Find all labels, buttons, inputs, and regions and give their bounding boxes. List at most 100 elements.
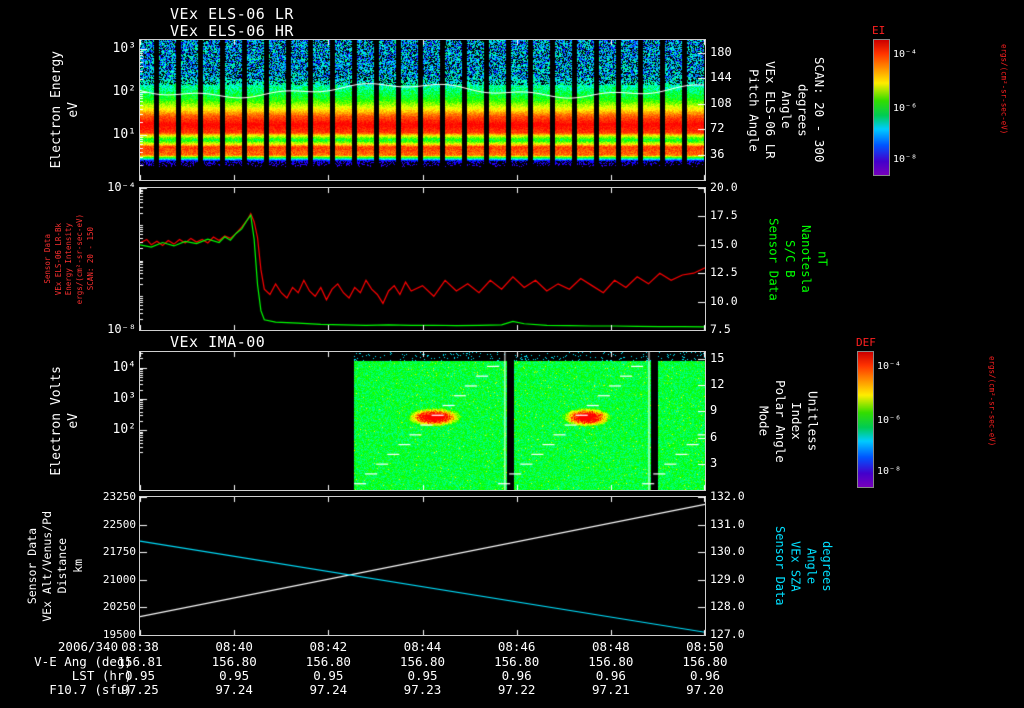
footer-value: 156.81 xyxy=(117,654,163,669)
plot-title-line2: VEx ELS-06 HR xyxy=(170,22,294,40)
colorbar-ei-unit-label: ergs/(cm²-sr-sec-eV) xyxy=(999,44,1009,135)
panel3-ima-spectrogram-canvas xyxy=(139,351,706,491)
panel2-right-axis-label-line: nT xyxy=(815,251,831,267)
colorbar-tick-label: 10⁻⁶ xyxy=(893,102,918,114)
axis-tick-label-right: 7.5 xyxy=(710,322,731,336)
axis-tick-label-right: 144 xyxy=(710,70,732,85)
footer-value: 97.20 xyxy=(686,682,724,697)
time-tick-label: 08:48 xyxy=(592,639,630,654)
time-tick-label: 08:50 xyxy=(686,639,724,654)
panel2-right-axis-label-line: Nanotesla xyxy=(799,225,815,293)
axis-tick-label-left: 10³ xyxy=(112,40,136,56)
panel3-title: VEx IMA-00 xyxy=(170,333,266,351)
footer-value: 97.21 xyxy=(592,682,630,697)
time-tick-label: 08:38 xyxy=(121,639,159,654)
plot-title-line1: VEx ELS-06 LR xyxy=(170,5,294,23)
panel1-right-axis-label-line: VEx ELS-06 LR xyxy=(762,61,778,159)
axis-tick-label-left: 10³ xyxy=(112,391,136,407)
panel1-right-axis-label-line: SCAN: 20 - 300 xyxy=(811,57,827,163)
vex-science-plot-screen: VEx ELS-06 LR VEx ELS-06 HR VEx IMA-00 2… xyxy=(0,0,1024,708)
axis-tick-label-left: 23250 xyxy=(102,490,136,503)
panel1-left-axis-label: Electron Energy eV xyxy=(49,40,82,180)
panel1-left-axis-label-line: eV xyxy=(65,102,81,118)
colorbar-tick-label: 10⁻⁸ xyxy=(893,153,918,165)
panel3-left-axis-label: Electron Volts eV xyxy=(49,352,82,490)
panel4-right-axis-label-line: degrees xyxy=(820,540,835,592)
footer-value: 97.22 xyxy=(497,682,536,697)
axis-tick-label-left: 10² xyxy=(112,83,136,99)
footer-value: 0.95 xyxy=(219,668,250,683)
footer-value: 156.80 xyxy=(211,654,257,669)
panel3-right-axis-label-line: Index xyxy=(789,402,805,440)
axis-tick-label-left: 10⁴ xyxy=(112,359,136,375)
panel4-right-axis-label-line: VEx SZA xyxy=(788,540,803,592)
axis-tick-label-right: 12.5 xyxy=(710,265,738,280)
axis-tick-label-left: 21000 xyxy=(102,572,136,586)
panel4-right-axis-label-line: Angle xyxy=(804,547,819,585)
colorbar-tick-label: 10⁻⁴ xyxy=(893,48,918,60)
axis-tick-label-right: 108 xyxy=(710,95,732,110)
colorbar-def-unit-label: ergs/(cm²-sr-sec-eV) xyxy=(987,356,997,447)
panel1-right-axis-label-line: degrees xyxy=(795,83,811,137)
panel2-right-axis-label-line: Sensor Data xyxy=(766,217,782,301)
footer-value: 156.80 xyxy=(305,654,351,669)
axis-tick-label-left: 10² xyxy=(112,422,136,438)
axis-tick-label-right: 9 xyxy=(710,403,718,418)
axis-tick-label-right: 3 xyxy=(710,455,718,470)
colorbar-def-gradient xyxy=(857,351,874,488)
time-tick-label: 08:46 xyxy=(497,639,536,654)
panel2-left-axis-label-line: ergs/(cm²-sr-sec-eV) xyxy=(74,213,84,305)
panel3-right-axis-label-line: Polar Angle xyxy=(772,379,788,463)
panel4-right-axis-label: Sensor Data VEx SZA Angle degrees xyxy=(772,497,835,635)
panel2-right-axis-label: Sensor Data S/C B Nanotesla nT xyxy=(766,188,830,330)
footer-value: 156.80 xyxy=(494,654,540,669)
axis-tick-label-right: 15 xyxy=(710,350,725,365)
axis-tick-label-left: 10¹ xyxy=(112,126,136,142)
panel2-left-axis-label-line: SCAN: 20 - 150 xyxy=(85,227,95,291)
footer-value: 0.95 xyxy=(313,668,344,683)
axis-tick-label-left: 22500 xyxy=(102,517,136,531)
colorbar-tick-label: 10⁻⁸ xyxy=(877,465,902,477)
footer-value: 97.25 xyxy=(121,682,159,697)
colorbar-ei-title: EI xyxy=(872,24,886,37)
time-tick-label: 08:40 xyxy=(215,639,253,654)
colorbar-def-title: DEF xyxy=(856,336,876,349)
panel3-right-axis-label: Mode Polar Angle Index Unitless xyxy=(756,352,820,490)
axis-tick-label-right: 15.0 xyxy=(710,236,738,251)
panel2-left-axis-label-line: Sensor Data xyxy=(43,234,52,284)
footer-value: 156.80 xyxy=(399,654,446,669)
panel4-right-axis-label-line: Sensor Data xyxy=(772,526,787,606)
time-tick-label: 08:44 xyxy=(403,639,442,654)
panel1-els-electron-energy-spectrogram-canvas xyxy=(139,39,706,181)
footer-value: 97.23 xyxy=(403,682,442,697)
axis-tick-label-left: 20250 xyxy=(102,600,136,614)
panel2-left-axis-label: Sensor Data VEx ELS-06 LR-Bk Energy Intens… xyxy=(43,188,95,330)
panel3-right-axis-label-line: Mode xyxy=(756,405,772,437)
axis-tick-label-right: 130.0 xyxy=(710,544,745,559)
panel2-left-axis-label-line: Energy Intensity xyxy=(64,222,74,296)
colorbar-ei-gradient xyxy=(873,39,890,176)
panel4-left-axis-label-line: Distance xyxy=(55,538,70,594)
axis-tick-label-right: 12 xyxy=(710,377,725,392)
panel4-altitude-and-sza-canvas xyxy=(139,496,706,636)
footer-value: 0.95 xyxy=(124,668,156,683)
axis-tick-label-right: 6 xyxy=(710,429,718,444)
panel1-right-axis-label-line: Pitch Angle xyxy=(746,68,762,152)
footer-value: 0.96 xyxy=(689,668,721,683)
colorbar-tick-label: 10⁻⁴ xyxy=(877,360,902,372)
colorbar-tick-label: 10⁻⁶ xyxy=(877,414,902,426)
panel4-left-axis-label: Sensor Data VEx Alt/Venus/Pd Distance km xyxy=(25,497,85,635)
footer-value: 0.96 xyxy=(501,668,532,683)
axis-tick-label-left: 21750 xyxy=(102,545,136,559)
footer-value: 0.95 xyxy=(407,668,438,683)
panel3-left-axis-label-line: eV xyxy=(65,413,81,429)
panel1-right-axis-label-line: Angle xyxy=(779,91,795,129)
panel4-left-axis-label-line: km xyxy=(70,559,85,573)
panel4-left-axis-label-line: Sensor Data xyxy=(25,527,39,605)
panel2-els-intensity-and-magnetic-field-canvas xyxy=(139,187,706,331)
panel1-left-axis-label-line: Electron Energy xyxy=(49,51,64,169)
panel2-left-axis-label-line: VEx ELS-06 LR-Bk xyxy=(53,222,63,296)
axis-tick-label-right: 128.0 xyxy=(710,599,745,614)
panel3-right-axis-label-line: Unitless xyxy=(805,390,821,452)
axis-tick-label-right: 180 xyxy=(710,44,732,59)
